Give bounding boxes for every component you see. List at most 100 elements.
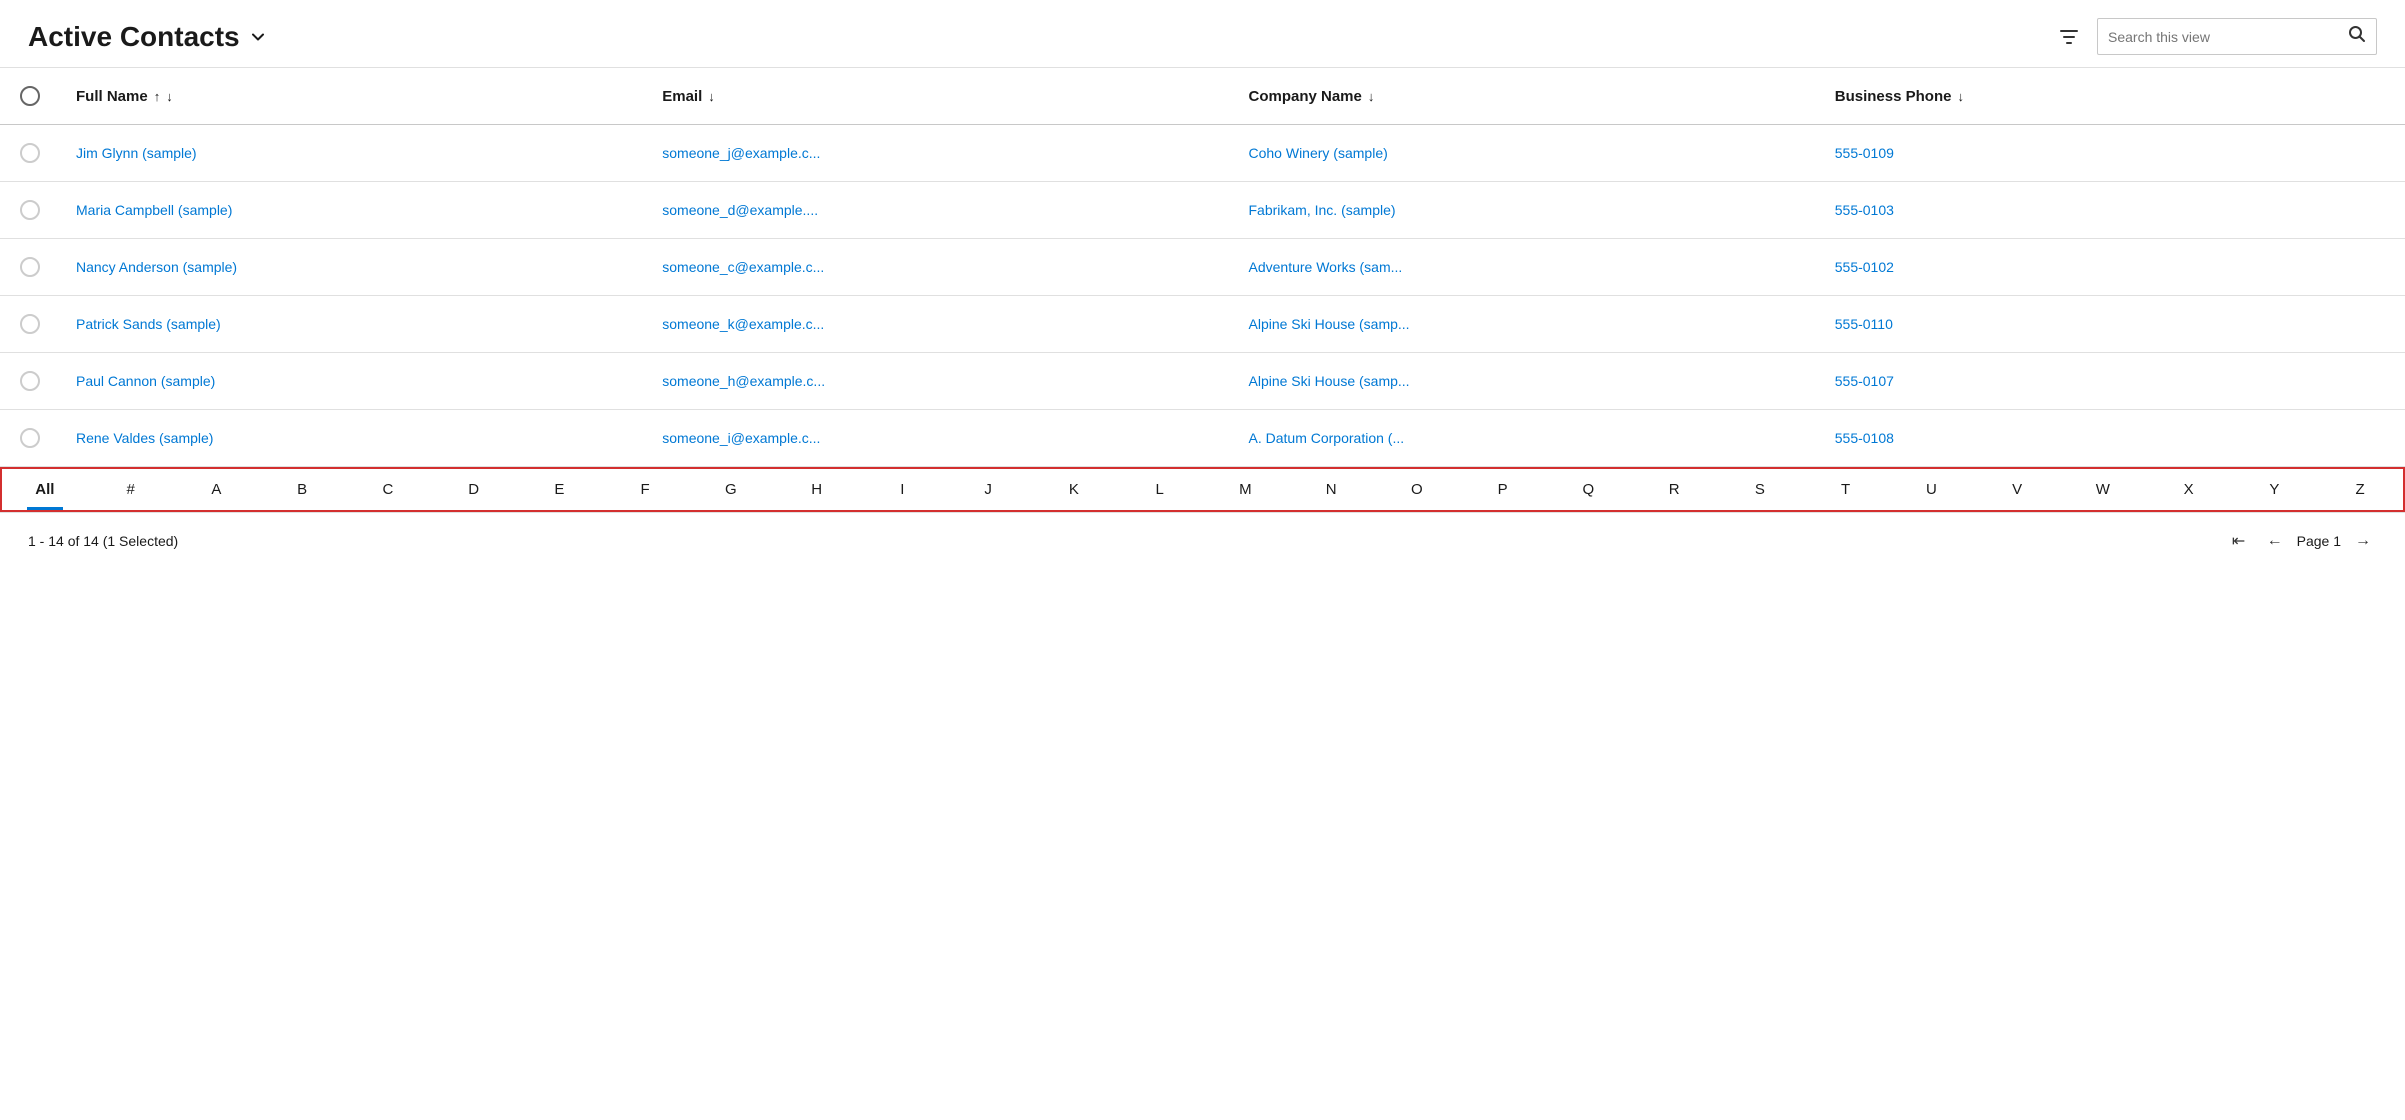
alpha-item-d[interactable]: D <box>431 469 517 510</box>
filter-icon[interactable] <box>2053 21 2085 53</box>
phone-sort-icon[interactable]: ↓ <box>1957 89 1964 104</box>
company-link-1[interactable]: Fabrikam, Inc. (sample) <box>1249 202 1396 218</box>
fullname-link-2[interactable]: Nancy Anderson (sample) <box>76 259 237 275</box>
row-checkbox-circle-1[interactable] <box>20 200 40 220</box>
alpha-item-w[interactable]: W <box>2060 469 2146 510</box>
row-company-5: A. Datum Corporation (... <box>1233 414 1819 462</box>
company-link-5[interactable]: A. Datum Corporation (... <box>1249 430 1405 446</box>
company-link-0[interactable]: Coho Winery (sample) <box>1249 145 1388 161</box>
row-checkbox-circle-0[interactable] <box>20 143 40 163</box>
email-link-4[interactable]: someone_h@example.c... <box>662 373 825 389</box>
alpha-item-l[interactable]: L <box>1117 469 1203 510</box>
fullname-link-1[interactable]: Maria Campbell (sample) <box>76 202 232 218</box>
sort-up-icon[interactable]: ↑ <box>154 89 161 104</box>
alpha-item-j[interactable]: J <box>945 469 1031 510</box>
fullname-link-0[interactable]: Jim Glynn (sample) <box>76 145 197 161</box>
prev-page-button[interactable]: ← <box>2261 527 2289 555</box>
page-header: Active Contacts <box>0 0 2405 68</box>
phone-link-3[interactable]: 555-0110 <box>1835 316 1893 332</box>
company-link-3[interactable]: Alpine Ski House (samp... <box>1249 316 1410 332</box>
alpha-item-y[interactable]: Y <box>2232 469 2318 510</box>
search-icon <box>2348 25 2366 48</box>
alpha-item-g[interactable]: G <box>688 469 774 510</box>
row-phone-4: 555-0107 <box>1819 357 2405 405</box>
alpha-item-v[interactable]: V <box>1974 469 2060 510</box>
page-label: Page 1 <box>2297 533 2341 549</box>
alpha-item-b[interactable]: B <box>259 469 345 510</box>
next-page-button[interactable]: → <box>2349 527 2377 555</box>
row-email-1: someone_d@example.... <box>646 186 1232 234</box>
col-header-email[interactable]: Email ↓ <box>646 78 1232 114</box>
title-dropdown-chevron[interactable] <box>248 27 268 47</box>
col-header-company[interactable]: Company Name ↓ <box>1233 78 1819 114</box>
alpha-item-k[interactable]: K <box>1031 469 1117 510</box>
search-input[interactable] <box>2108 29 2342 45</box>
alpha-item-r[interactable]: R <box>1631 469 1717 510</box>
row-email-3: someone_k@example.c... <box>646 300 1232 348</box>
alpha-item-t[interactable]: T <box>1803 469 1889 510</box>
alpha-item-x[interactable]: X <box>2146 469 2232 510</box>
phone-link-1[interactable]: 555-0103 <box>1835 202 1894 218</box>
row-phone-0: 555-0109 <box>1819 129 2405 177</box>
company-link-4[interactable]: Alpine Ski House (samp... <box>1249 373 1410 389</box>
email-link-3[interactable]: someone_k@example.c... <box>662 316 824 332</box>
first-page-button[interactable]: ⇤ <box>2225 527 2253 555</box>
email-sort-icon[interactable]: ↓ <box>708 89 715 104</box>
row-fullname-1: Maria Campbell (sample) <box>60 186 646 234</box>
row-checkbox-3[interactable] <box>0 300 60 348</box>
email-link-5[interactable]: someone_i@example.c... <box>662 430 820 446</box>
row-phone-1: 555-0103 <box>1819 186 2405 234</box>
phone-link-5[interactable]: 555-0108 <box>1835 430 1894 446</box>
row-checkbox-circle-2[interactable] <box>20 257 40 277</box>
row-checkbox-1[interactable] <box>0 186 60 234</box>
sort-down-icon[interactable]: ↓ <box>166 89 173 104</box>
fullname-link-4[interactable]: Paul Cannon (sample) <box>76 373 215 389</box>
row-checkbox-circle-4[interactable] <box>20 371 40 391</box>
row-checkbox-circle-5[interactable] <box>20 428 40 448</box>
fullname-link-3[interactable]: Patrick Sands (sample) <box>76 316 221 332</box>
checkbox-circle[interactable] <box>20 86 40 106</box>
alpha-item-q[interactable]: Q <box>1546 469 1632 510</box>
alpha-item-i[interactable]: I <box>860 469 946 510</box>
row-checkbox-0[interactable] <box>0 129 60 177</box>
alpha-item-u[interactable]: U <box>1889 469 1975 510</box>
alpha-item-m[interactable]: M <box>1203 469 1289 510</box>
alpha-item-o[interactable]: O <box>1374 469 1460 510</box>
phone-link-2[interactable]: 555-0102 <box>1835 259 1894 275</box>
company-link-2[interactable]: Adventure Works (sam... <box>1249 259 1403 275</box>
row-email-2: someone_c@example.c... <box>646 243 1232 291</box>
phone-link-4[interactable]: 555-0107 <box>1835 373 1894 389</box>
alpha-item-c[interactable]: C <box>345 469 431 510</box>
alpha-item-e[interactable]: E <box>517 469 603 510</box>
row-checkbox-circle-3[interactable] <box>20 314 40 334</box>
email-link-1[interactable]: someone_d@example.... <box>662 202 818 218</box>
row-checkbox-2[interactable] <box>0 243 60 291</box>
table-body: Jim Glynn (sample) someone_j@example.c..… <box>0 125 2405 467</box>
alpha-item-all[interactable]: All <box>2 469 88 510</box>
phone-link-0[interactable]: 555-0109 <box>1835 145 1894 161</box>
row-checkbox-5[interactable] <box>0 414 60 462</box>
row-company-2: Adventure Works (sam... <box>1233 243 1819 291</box>
email-link-0[interactable]: someone_j@example.c... <box>662 145 820 161</box>
company-sort-icon[interactable]: ↓ <box>1368 89 1375 104</box>
row-checkbox-4[interactable] <box>0 357 60 405</box>
table-footer: 1 - 14 of 14 (1 Selected) ⇤ ← Page 1 → <box>0 512 2405 569</box>
alpha-item-n[interactable]: N <box>1288 469 1374 510</box>
row-company-0: Coho Winery (sample) <box>1233 129 1819 177</box>
alpha-item-h[interactable]: H <box>774 469 860 510</box>
alpha-item-z[interactable]: Z <box>2317 469 2403 510</box>
col-header-fullname[interactable]: Full Name ↑ ↓ <box>60 78 646 114</box>
col-company-label: Company Name <box>1249 88 1362 105</box>
col-header-phone[interactable]: Business Phone ↓ <box>1819 78 2405 114</box>
title-area: Active Contacts <box>28 21 268 53</box>
alpha-item-a[interactable]: A <box>174 469 260 510</box>
fullname-link-5[interactable]: Rene Valdes (sample) <box>76 430 213 446</box>
alpha-item-p[interactable]: P <box>1460 469 1546 510</box>
table-row: Jim Glynn (sample) someone_j@example.c..… <box>0 125 2405 182</box>
alpha-item-f[interactable]: F <box>602 469 688 510</box>
select-all-checkbox[interactable] <box>0 78 60 114</box>
alpha-item-s[interactable]: S <box>1717 469 1803 510</box>
email-link-2[interactable]: someone_c@example.c... <box>662 259 824 275</box>
alpha-item-#[interactable]: # <box>88 469 174 510</box>
table-row: Patrick Sands (sample) someone_k@example… <box>0 296 2405 353</box>
